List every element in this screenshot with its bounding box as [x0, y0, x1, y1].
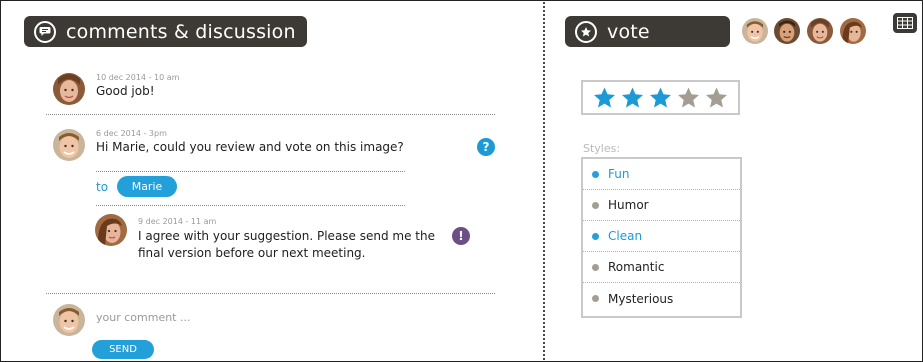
- star-icon[interactable]: [592, 86, 617, 110]
- comment-timestamp: 6 dec 2014 - 3pm: [96, 129, 167, 138]
- style-dot: [592, 295, 599, 302]
- style-dot: [592, 201, 599, 209]
- star-icon[interactable]: [648, 86, 673, 110]
- styles-label: Styles:: [583, 142, 621, 155]
- avatar: [53, 304, 85, 336]
- comment-input[interactable]: [96, 306, 476, 328]
- reply-text-line-1: I agree with your suggestion. Please sen…: [138, 229, 435, 243]
- style-option-fun[interactable]: Fun: [583, 159, 740, 190]
- star-icon[interactable]: [704, 86, 729, 110]
- reply-timestamp: 9 dec 2014 - 11 am: [138, 217, 217, 226]
- style-option-clean[interactable]: Clean: [583, 221, 740, 252]
- separator: [46, 114, 495, 115]
- vote-header: vote: [565, 16, 730, 47]
- style-option-label: Fun: [608, 167, 630, 181]
- comments-header-title: comments & discussion: [66, 20, 296, 43]
- alert-badge-icon[interactable]: !: [452, 227, 470, 245]
- style-option-label: Humor: [608, 198, 649, 212]
- grid-view-button[interactable]: [893, 13, 917, 33]
- voter-avatar: [840, 18, 866, 44]
- send-button[interactable]: SEND: [92, 340, 154, 359]
- style-dot: [592, 263, 599, 271]
- avatar: [53, 129, 85, 161]
- vote-header-title: vote: [607, 20, 650, 43]
- style-option-label: Romantic: [608, 260, 665, 274]
- avatar: [53, 73, 85, 105]
- style-dot: [592, 232, 599, 240]
- star-icon[interactable]: [620, 86, 645, 110]
- panel-divider: [543, 2, 545, 360]
- comment-timestamp: 10 dec 2014 - 10 am: [96, 73, 180, 82]
- style-dot: [592, 170, 599, 178]
- style-option-label: Clean: [608, 229, 643, 243]
- star-icon[interactable]: [676, 86, 701, 110]
- question-badge-icon[interactable]: ?: [477, 138, 495, 156]
- separator: [46, 293, 495, 294]
- recipient-label: to: [96, 180, 109, 194]
- star-circle-icon: [575, 20, 597, 43]
- speech-bubble-icon: [34, 20, 56, 43]
- voter-avatar: [807, 18, 833, 44]
- grid-icon: [897, 17, 913, 29]
- voter-avatar: [742, 18, 768, 44]
- separator: [96, 171, 405, 172]
- style-option-romantic[interactable]: Romantic: [583, 252, 740, 283]
- style-option-humor[interactable]: Humor: [583, 190, 740, 221]
- reply-text-line-2: final version before our next meeting.: [138, 246, 366, 260]
- star-rating[interactable]: [581, 80, 740, 115]
- comment-text: Hi Marie, could you review and vote on t…: [96, 140, 404, 154]
- comments-header: comments & discussion: [24, 16, 307, 47]
- separator: [96, 205, 405, 206]
- recipient-tag[interactable]: Marie: [117, 176, 177, 197]
- style-option-mysterious[interactable]: Mysterious: [583, 283, 740, 314]
- style-option-label: Mysterious: [608, 291, 674, 306]
- comment-text: Good job!: [96, 84, 155, 98]
- styles-list: Fun Humor Clean Romantic Mysterious: [581, 157, 742, 318]
- voter-avatar: [774, 18, 800, 44]
- avatar: [95, 214, 127, 246]
